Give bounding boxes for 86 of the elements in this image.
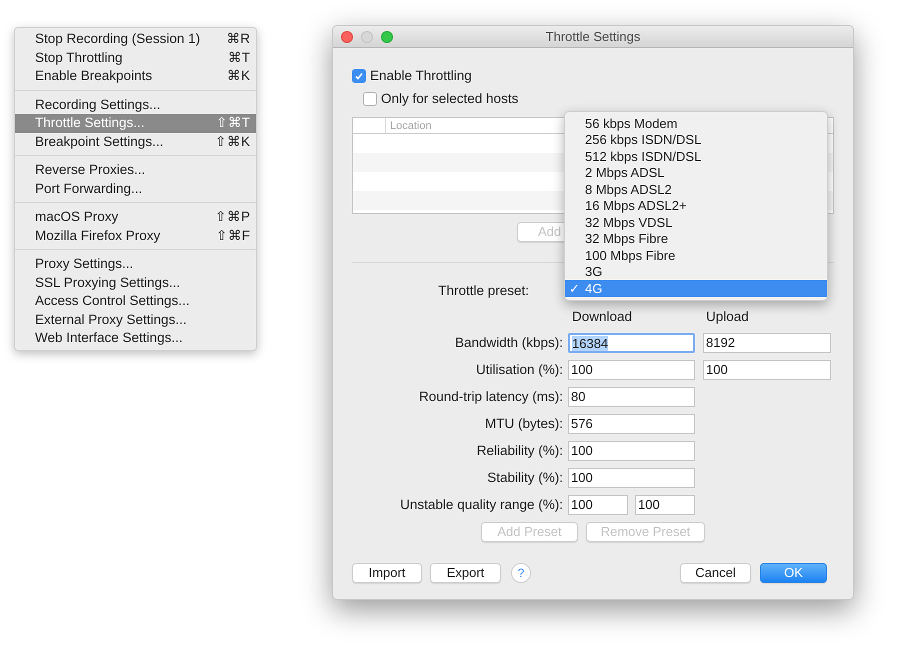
option-label: 100 Mbps Fibre [585, 246, 676, 265]
menu-item-label: Access Control Settings... [35, 292, 190, 310]
menu-item[interactable]: Stop Recording (Session 1) ⌘R [15, 30, 256, 48]
menu-item-label: Stop Recording (Session 1) [35, 30, 200, 48]
menu-item-label: Enable Breakpoints [35, 67, 152, 86]
dropdown-option[interactable]: 16 Mbps ADSL2+ [565, 198, 827, 214]
text-field[interactable]: 100 [568, 495, 628, 516]
menu-item-label: SSL Proxying Settings... [35, 274, 180, 292]
field-label: Stability (%): [486, 469, 564, 488]
dropdown-option[interactable]: 3G [565, 264, 827, 280]
field-label: Round-trip latency (ms): [418, 388, 564, 406]
text-field[interactable]: 100 [568, 360, 695, 380]
zoom-button[interactable] [381, 30, 393, 42]
column-header: Download [572, 308, 634, 326]
text-field[interactable]: 100 [703, 360, 831, 380]
menu-item[interactable]: External Proxy Settings... [15, 310, 256, 329]
close-button[interactable] [341, 30, 353, 42]
menu-item-label: External Proxy Settings... [35, 310, 187, 329]
checkbox[interactable] [363, 92, 377, 106]
shortcut-label: ⌘K [226, 67, 250, 86]
text-field[interactable]: 100 [568, 468, 695, 488]
menu-item-label: Port Forwarding... [35, 180, 142, 198]
column-header: Upload [706, 308, 749, 326]
menu-item-label: Throttle Settings... [35, 114, 145, 132]
menu-item[interactable]: Reverse Proxies... [15, 161, 256, 180]
dropdown-option[interactable]: 100 Mbps Fibre [565, 247, 827, 264]
checkbox-label: Only for selected hosts [381, 90, 518, 108]
menu-item[interactable]: Stop Throttling ⌘T [15, 48, 256, 67]
menu-item-label: Recording Settings... [35, 96, 160, 114]
option-label: 56 kbps Modem [585, 114, 678, 133]
menu-item-label: Breakpoint Settings... [35, 132, 164, 151]
dropdown-option[interactable]: 512 kbps ISDN/DSL [565, 148, 827, 164]
menu-item-label: Mozilla Firefox Proxy [35, 226, 160, 245]
shortcut-label: ⇧⌘K [214, 132, 250, 151]
text-field[interactable]: 100 [635, 495, 695, 516]
field-label: Utilisation (%): [474, 361, 564, 380]
option-label: 256 kbps ISDN/DSL [585, 131, 702, 149]
menu-item[interactable]: SSL Proxying Settings... [15, 274, 256, 292]
check-mark: ✓ [569, 280, 580, 296]
dialog-button[interactable]: Cancel [680, 563, 751, 584]
dialog-button[interactable]: Export [430, 563, 501, 584]
menu-item-label: Reverse Proxies... [35, 161, 146, 180]
menu-item[interactable]: Breakpoint Settings... ⇧⌘K [15, 132, 256, 151]
option-label: 2 Mbps ADSL [585, 164, 664, 182]
menu-item[interactable]: macOS Proxy ⇧⌘P [15, 208, 256, 226]
text-field[interactable]: 80 [568, 387, 695, 408]
option-label: 4G [585, 280, 602, 298]
menu-item[interactable]: Access Control Settings... [15, 292, 256, 310]
menu-item-label: Stop Throttling [35, 48, 123, 67]
menu-item[interactable]: Enable Breakpoints ⌘K [15, 67, 256, 86]
checkbox-label: Enable Throttling [370, 66, 472, 85]
text-field[interactable]: 16384 [568, 333, 695, 354]
option-label: 8 Mbps ADSL2 [585, 180, 672, 199]
menu-item-label: Proxy Settings... [35, 255, 134, 274]
option-label: 3G [585, 263, 602, 281]
menu-item[interactable]: Mozilla Firefox Proxy ⇧⌘F [15, 226, 256, 245]
menu-item-label: Web Interface Settings... [35, 329, 183, 348]
shortcut-label: ⇧⌘T [216, 114, 250, 132]
option-label: 16 Mbps ADSL2+ [585, 197, 687, 215]
dialog-button[interactable]: Import [352, 563, 422, 584]
dropdown-option[interactable]: 2 Mbps ADSL [565, 164, 827, 181]
dropdown-option[interactable]: 8 Mbps ADSL2 [565, 181, 827, 198]
menu-item[interactable]: Recording Settings... [15, 96, 256, 114]
checkbox[interactable] [352, 69, 366, 83]
option-label: 512 kbps ISDN/DSL [585, 148, 702, 166]
menu-item[interactable]: Web Interface Settings... [15, 329, 256, 348]
field-label: MTU (bytes): [484, 415, 564, 434]
menu-item[interactable]: Proxy Settings... [15, 255, 256, 274]
dropdown-option[interactable]: 256 kbps ISDN/DSL [565, 132, 827, 148]
text-field[interactable]: 576 [568, 414, 695, 434]
shortcut-label: ⌘R [226, 30, 250, 48]
menu-item[interactable]: Port Forwarding... [15, 180, 256, 198]
field-label: Reliability (%): [476, 442, 564, 460]
field-label: Bandwidth (kbps): [454, 334, 564, 352]
text-field[interactable]: 100 [568, 441, 695, 462]
shortcut-label: ⌘T [228, 48, 250, 67]
field-label: Throttle preset: [438, 282, 529, 299]
check-icon [354, 71, 364, 81]
field-label: Unstable quality range (%): [399, 496, 564, 514]
text-field[interactable]: 8192 [703, 333, 831, 354]
dropdown-option[interactable]: 56 kbps Modem [565, 115, 827, 132]
shortcut-label: ⇧⌘P [214, 208, 250, 226]
minimize-button[interactable] [361, 30, 373, 42]
shortcut-label: ⇧⌘F [216, 226, 250, 245]
menu-item-label: macOS Proxy [35, 208, 118, 226]
window-title: Throttle Settings [544, 28, 642, 46]
